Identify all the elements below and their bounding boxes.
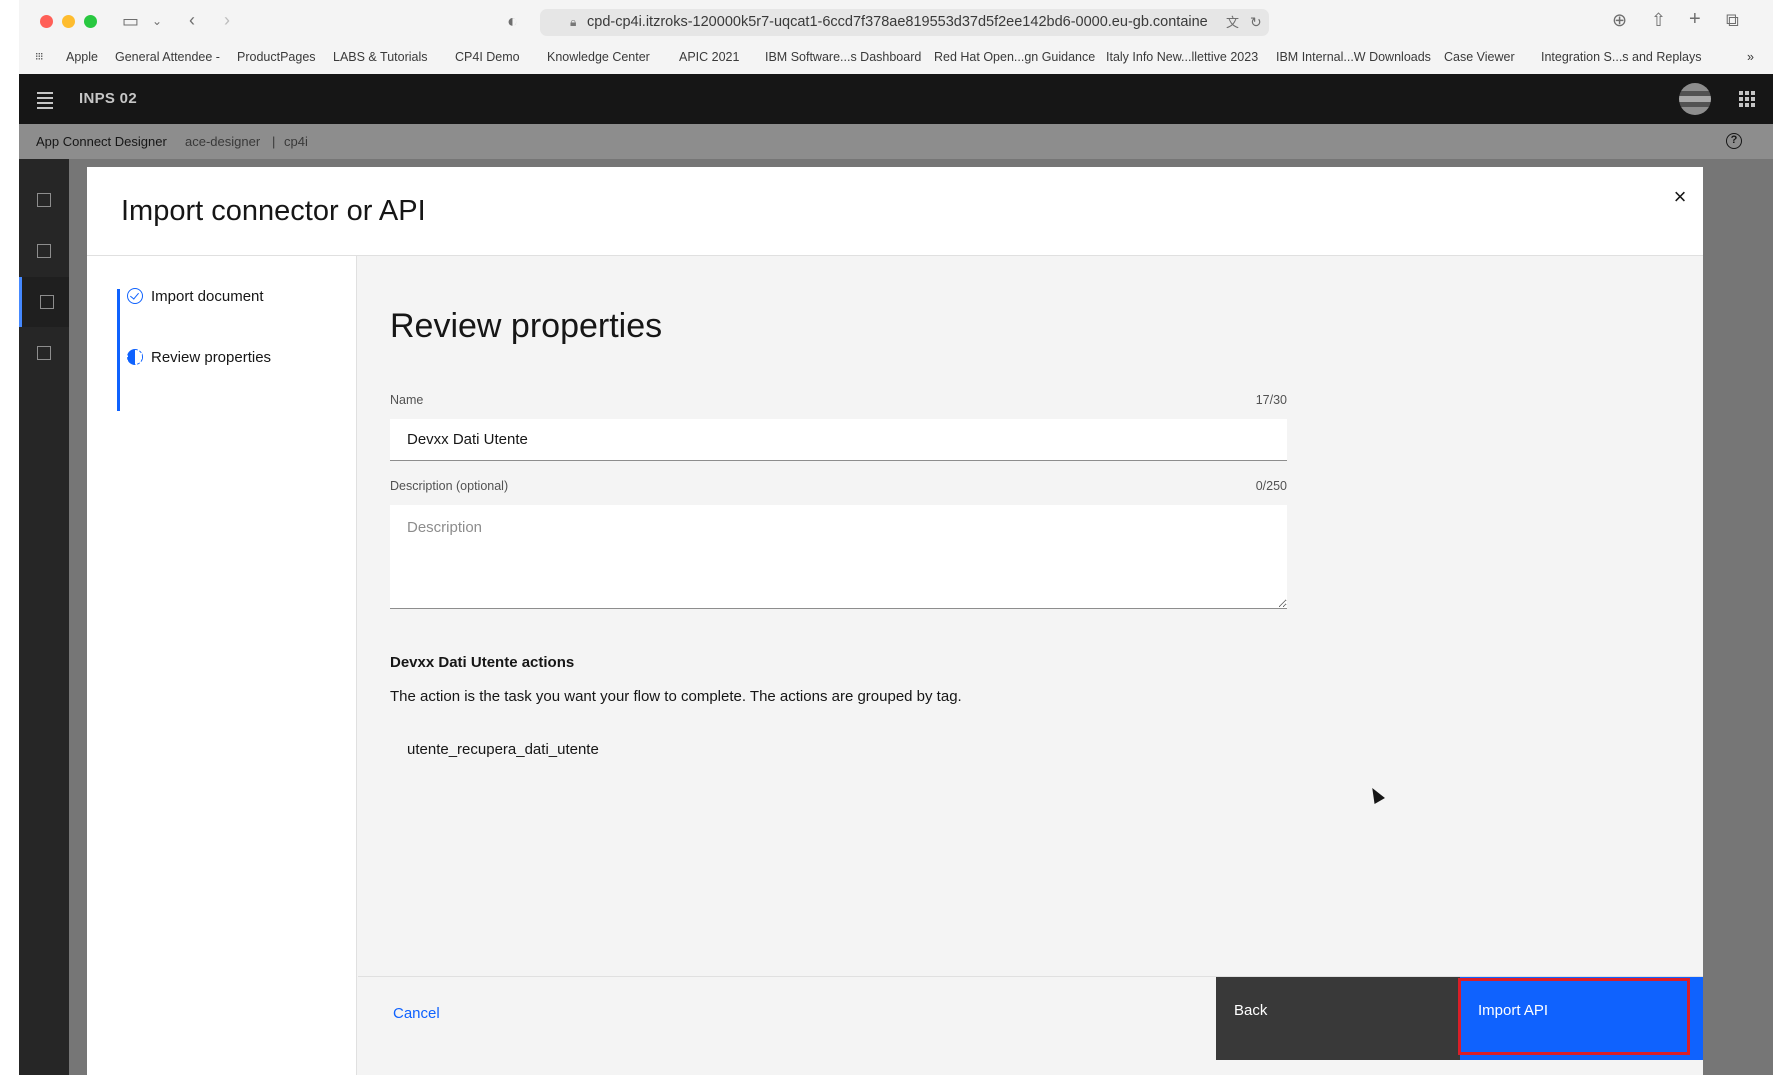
close-icon[interactable]: × (1665, 182, 1695, 212)
bookmark-item[interactable]: IBM Software...s Dashboard (765, 50, 921, 64)
templates-icon (37, 346, 51, 360)
breadcrumb: App Connect Designer ace-designer | cp4i… (19, 124, 1773, 159)
rail-item-home[interactable] (19, 175, 69, 225)
translate-icon[interactable]: 文 (1226, 13, 1239, 33)
chevron-down-icon[interactable]: ⌄ (152, 11, 162, 31)
rail-item-dashboard[interactable] (19, 226, 69, 276)
rail-item-catalog[interactable] (19, 277, 69, 327)
description-textarea[interactable] (390, 505, 1287, 609)
help-icon[interactable]: ? (1726, 133, 1742, 149)
browser-toolbar: ▭ ⌄ ‹ › ◐ 🔒︎ cpd-cp4i.itzroks-120000k5r7… (19, 0, 1773, 74)
instance-name: ace-designer (185, 134, 261, 149)
step-label: Import document (151, 288, 264, 305)
bookmark-item[interactable]: General Attendee - (115, 50, 220, 64)
actions-description: The action is the task you want your flo… (390, 688, 962, 705)
apps-grid-icon[interactable]: ⁝⁝⁝ (35, 50, 43, 63)
downloads-icon[interactable]: ⊕ (1612, 10, 1627, 30)
chevron-right-icon[interactable]: » (1747, 50, 1754, 64)
catalog-icon (40, 295, 54, 309)
description-label: Description (optional) (390, 479, 509, 493)
action-item: utente_recupera_dati_utente (407, 741, 599, 758)
window-controls (40, 15, 97, 28)
import-modal: Import connector or API × Import documen… (87, 167, 1703, 1075)
name-counter: 17/30 (1255, 393, 1287, 407)
product-name: App Connect Designer (36, 134, 167, 149)
cancel-button[interactable]: Cancel (393, 1005, 440, 1022)
lock-icon: 🔒︎ (570, 15, 577, 29)
bookmark-item[interactable]: Knowledge Center (547, 50, 650, 64)
bookmark-item[interactable]: APIC 2021 (679, 50, 739, 64)
progress-indicator: Import document Review properties (87, 256, 357, 1075)
name-input[interactable] (390, 419, 1287, 461)
in-progress-icon (127, 349, 143, 365)
bookmark-item[interactable]: IBM Internal...W Downloads (1276, 50, 1431, 64)
side-rail (19, 159, 69, 1075)
avatar[interactable] (1679, 83, 1711, 115)
modal-title: Import connector or API (121, 195, 426, 227)
bookmark-item[interactable]: Red Hat Open...gn Guidance (934, 50, 1095, 64)
reload-icon[interactable]: ↻ (1250, 12, 1262, 32)
section-title: Review properties (390, 307, 663, 345)
step-label: Review properties (151, 349, 272, 366)
back-button[interactable]: Back (1216, 977, 1460, 1060)
description-counter: 0/250 (1255, 479, 1287, 493)
bookmark-item[interactable]: CP4I Demo (455, 50, 520, 64)
menu-icon[interactable] (37, 92, 53, 112)
bookmark-item[interactable]: Case Viewer (1444, 50, 1515, 64)
step-import-document[interactable]: Import document (127, 288, 264, 305)
close-window-button[interactable] (40, 15, 53, 28)
modal-header: Import connector or API × (87, 167, 1703, 256)
import-api-button[interactable]: Import API (1460, 977, 1703, 1060)
home-icon (37, 193, 51, 207)
url-text[interactable]: cpd-cp4i.itzroks-120000k5r7-uqcat1-6ccd7… (587, 14, 1207, 30)
bookmark-item[interactable]: LABS & Tutorials (333, 50, 428, 64)
app-switcher-icon[interactable] (1739, 91, 1755, 107)
share-icon[interactable]: ⇧ (1651, 10, 1666, 30)
bookmark-item[interactable]: Italy Info New...llettive 2023 (1106, 50, 1258, 64)
tab-overview-icon[interactable]: ⧉ (1726, 10, 1739, 30)
bookmarks-bar: ⁝⁝⁝ Apple General Attendee - ProductPage… (19, 48, 1773, 70)
minimize-window-button[interactable] (62, 15, 75, 28)
breadcrumb-separator: | (272, 134, 276, 149)
bookmark-item[interactable]: Apple (66, 50, 98, 64)
rail-item-templates[interactable] (19, 328, 69, 378)
zoom-window-button[interactable] (84, 15, 97, 28)
header-title: INPS 02 (79, 90, 137, 107)
back-arrow-icon[interactable]: ‹ (189, 10, 195, 30)
modal-content: Review properties Name 17/30 Description… (358, 256, 1703, 976)
forward-arrow-icon[interactable]: › (224, 10, 230, 30)
privacy-shield-icon[interactable]: ◐ (507, 11, 518, 31)
actions-title: Devxx Dati Utente actions (390, 654, 575, 671)
step-review-properties[interactable]: Review properties (127, 349, 271, 366)
dashboard-icon (37, 244, 51, 258)
namespace-name: cp4i (284, 134, 308, 149)
name-label: Name (390, 393, 424, 407)
bookmark-item[interactable]: Integration S...s and Replays (1541, 50, 1702, 64)
new-tab-icon[interactable]: + (1689, 9, 1701, 29)
progress-line (117, 289, 120, 411)
sidebar-toggle-icon[interactable]: ▭ (122, 11, 139, 31)
checkmark-circle-icon (127, 288, 143, 304)
modal-footer: Cancel Back Import API (358, 976, 1703, 1060)
address-bar[interactable]: 🔒︎ cpd-cp4i.itzroks-120000k5r7-uqcat1-6c… (540, 9, 1269, 36)
app-header: INPS 02 (19, 74, 1773, 124)
bookmark-item[interactable]: ProductPages (237, 50, 316, 64)
